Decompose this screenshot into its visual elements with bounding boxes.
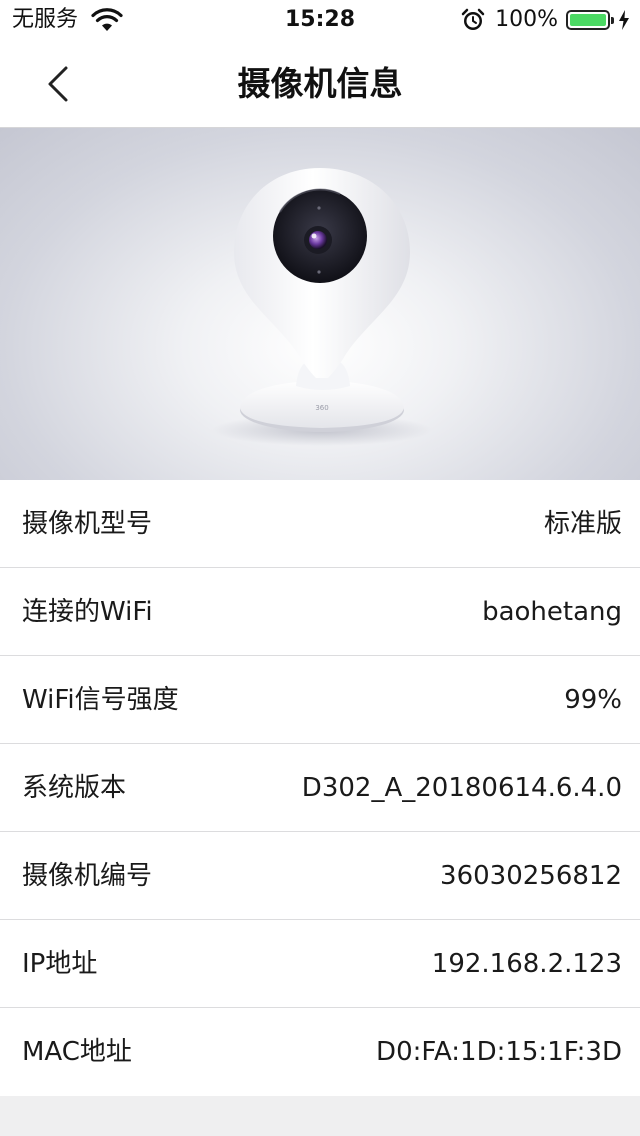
battery-icon: [566, 10, 614, 30]
info-row-model: 摄像机型号 标准版: [0, 480, 640, 568]
status-right: 100%: [461, 6, 630, 34]
camera-info-list: 摄像机型号 标准版 连接的WiFi baohetang WiFi信号强度 99%…: [0, 480, 640, 1096]
nav-bar: 摄像机信息: [0, 40, 640, 128]
info-row-ip-address: IP地址 192.168.2.123: [0, 920, 640, 1008]
info-label: MAC地址: [22, 1037, 132, 1067]
info-value: 192.168.2.123: [431, 949, 622, 979]
info-value: 36030256812: [440, 861, 622, 891]
camera-illustration: 360: [212, 168, 432, 446]
info-row-serial-number: 摄像机编号 36030256812: [0, 832, 640, 920]
alarm-icon: [461, 8, 485, 30]
info-row-mac-address: MAC地址 D0:FA:1D:15:1F:3D: [0, 1008, 640, 1096]
page-footer-background: [0, 1096, 640, 1136]
info-label: IP地址: [22, 949, 98, 979]
charging-bolt-icon: [619, 10, 629, 30]
info-label: 摄像机型号: [22, 509, 153, 539]
battery-percent: 100%: [495, 7, 558, 32]
info-value: baohetang: [482, 597, 622, 627]
info-value: 标准版: [543, 509, 622, 539]
status-bar: 无服务 15:28 100%: [0, 0, 640, 40]
info-row-signal-strength: WiFi信号强度 99%: [0, 656, 640, 744]
info-row-wifi: 连接的WiFi baohetang: [0, 568, 640, 656]
brand-mark: 360: [315, 404, 328, 412]
info-label: 连接的WiFi: [22, 597, 153, 627]
info-label: WiFi信号强度: [22, 685, 179, 715]
page-title: 摄像机信息: [237, 64, 403, 103]
info-value: 99%: [564, 685, 622, 715]
info-label: 摄像机编号: [22, 861, 153, 891]
info-row-system-version: 系统版本 D302_A_20180614.6.4.0: [0, 744, 640, 832]
battery-fill: [570, 14, 606, 26]
info-value: D0:FA:1D:15:1F:3D: [376, 1037, 622, 1067]
camera-product-photo: 360: [0, 128, 640, 480]
info-label: 系统版本: [22, 773, 127, 803]
info-value: D302_A_20180614.6.4.0: [301, 773, 622, 803]
